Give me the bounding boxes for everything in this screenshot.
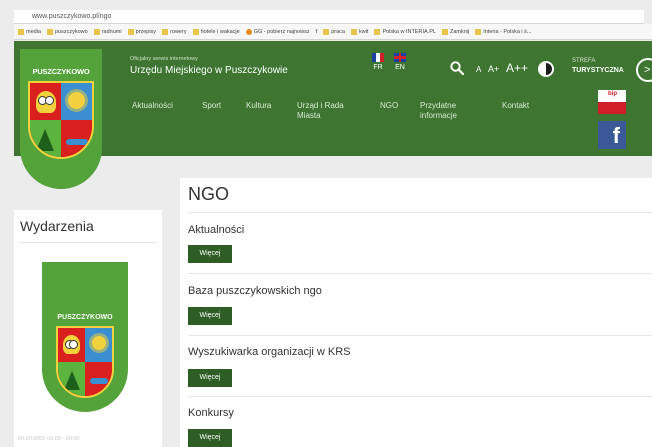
site-subtitle: Oficjalny serwis internetowy — [130, 56, 198, 62]
coat-of-arms-icon — [28, 81, 94, 159]
item-title-baza[interactable]: Baza puszczykowskich ngo — [188, 285, 322, 297]
nav-urzad-i-rada[interactable]: Urząd i Rada Miasta — [297, 101, 357, 121]
event-logo-text: PUSZCZYKOWO — [57, 314, 113, 321]
nav-kontakt[interactable]: Kontakt — [502, 101, 529, 111]
france-flag-icon — [372, 53, 384, 62]
item-title-aktualnosci[interactable]: Aktualności — [188, 224, 244, 236]
contrast-icon[interactable] — [538, 61, 554, 77]
nav-ngo[interactable]: NGO — [380, 101, 398, 111]
bookmark-puszczykowo[interactable]: puszczykowo — [46, 28, 88, 35]
sun-icon — [68, 92, 85, 109]
lang-en-button[interactable]: EN — [392, 53, 408, 71]
font-size-small-button[interactable]: A — [476, 65, 481, 74]
bookmark-rowery[interactable]: rowery — [162, 28, 187, 35]
font-size-medium-button[interactable]: A+ — [488, 64, 499, 74]
bookmark-praca[interactable]: praca — [323, 28, 345, 35]
divider — [188, 273, 652, 274]
folder-icon — [192, 28, 199, 35]
bookmark-przepisy[interactable]: przepisy — [127, 28, 156, 35]
folder-icon — [46, 28, 53, 35]
bookmark-media[interactable]: media — [18, 28, 41, 35]
item-title-konkursy[interactable]: Konkursy — [188, 407, 234, 419]
bookmark-radnumi[interactable]: radnumi — [93, 28, 122, 35]
logo-text: PUSZCZYKOWO — [32, 67, 90, 76]
bookmark-gg[interactable]: GG - pobierz najnowsz — [245, 28, 310, 35]
folder-icon — [323, 28, 330, 35]
folder-icon — [162, 28, 169, 35]
event-image[interactable]: PUSZCZYKOWO — [42, 262, 128, 412]
divider — [188, 396, 652, 397]
page-icon — [475, 28, 482, 35]
folder-icon — [18, 28, 24, 35]
address-bar[interactable]: www.puszczykowo.pl/ngo — [14, 10, 644, 24]
nav-sport[interactable]: Sport — [202, 101, 221, 111]
folder-icon — [350, 28, 357, 35]
bookmark-zamknij[interactable]: Zamknij — [441, 28, 469, 35]
page-icon — [441, 28, 448, 35]
font-size-large-button[interactable]: A++ — [506, 61, 528, 75]
more-button-baza[interactable]: Więcej — [188, 307, 232, 325]
chevron-right-icon[interactable]: > — [636, 58, 652, 82]
strefa-turystyczna-link[interactable]: TURYSTYCZNA — [572, 67, 624, 74]
bookmarks-bar: media puszczykowo radnumi przepisy rower… — [14, 24, 652, 40]
lang-fr-button[interactable]: FR — [370, 53, 386, 71]
url-text: www.puszczykowo.pl/ngo — [32, 13, 112, 20]
owl-icon — [63, 335, 80, 354]
owl-icon — [36, 91, 56, 113]
bookmark-facebook[interactable]: f — [316, 29, 318, 35]
sun-icon — [92, 336, 106, 350]
tree-icon — [64, 371, 80, 390]
nav-aktualnosci[interactable]: Aktualności — [132, 101, 173, 111]
bookmark-hotele[interactable]: hotele i wakacje — [192, 28, 240, 35]
main-content: NGO Aktualności Więcej Baza puszczykowsk… — [180, 178, 652, 447]
tree-icon — [36, 129, 54, 151]
bookmark-interia[interactable]: Polska w INTERIA.PL — [374, 28, 436, 35]
divider — [188, 212, 652, 213]
divider — [20, 242, 156, 243]
coat-of-arms-icon — [56, 326, 114, 398]
site-logo[interactable]: PUSZCZYKOWO — [20, 49, 102, 189]
folder-icon — [93, 28, 100, 35]
more-button-aktualnosci[interactable]: Więcej — [188, 245, 232, 263]
folder-icon — [127, 28, 134, 35]
site-name[interactable]: Urzędu Miejskiego w Puszczykowie — [130, 65, 288, 76]
river-icon — [66, 139, 88, 145]
divider — [188, 335, 652, 336]
more-button-konkursy[interactable]: Więcej — [188, 429, 232, 447]
events-panel: Wydarzenia PUSZCZYKOWO — [14, 210, 162, 447]
page-title: NGO — [188, 184, 230, 204]
facebook-icon[interactable]: f — [598, 121, 626, 149]
browser-window: www.puszczykowo.pl/ngo media puszczykowo… — [0, 0, 652, 447]
page-icon — [374, 28, 381, 35]
uk-flag-icon — [394, 53, 406, 62]
event-date: 00.00.0000 00:00 - 00:00 — [18, 436, 80, 442]
gg-icon — [245, 28, 252, 35]
bip-icon[interactable]: bip — [598, 90, 626, 114]
nav-przydatne-informacje[interactable]: Przydatne informacje — [420, 101, 476, 121]
bookmark-interia-polska[interactable]: Interia - Polska i ś... — [475, 28, 532, 35]
search-icon[interactable] — [450, 61, 464, 75]
events-title: Wydarzenia — [20, 218, 94, 234]
bip-label: bip — [608, 91, 617, 97]
bookmark-kwit[interactable]: kwit — [350, 28, 368, 35]
river-icon — [90, 378, 108, 384]
item-title-krs[interactable]: Wyszukiwarka organizacji w KRS — [188, 346, 351, 358]
strefa-small[interactable]: STREFA — [572, 58, 595, 64]
site-header: PUSZCZYKOWO Oficjalny serwis internetowy… — [14, 41, 652, 189]
more-button-krs[interactable]: Więcej — [188, 369, 232, 387]
nav-kultura[interactable]: Kultura — [246, 101, 271, 111]
